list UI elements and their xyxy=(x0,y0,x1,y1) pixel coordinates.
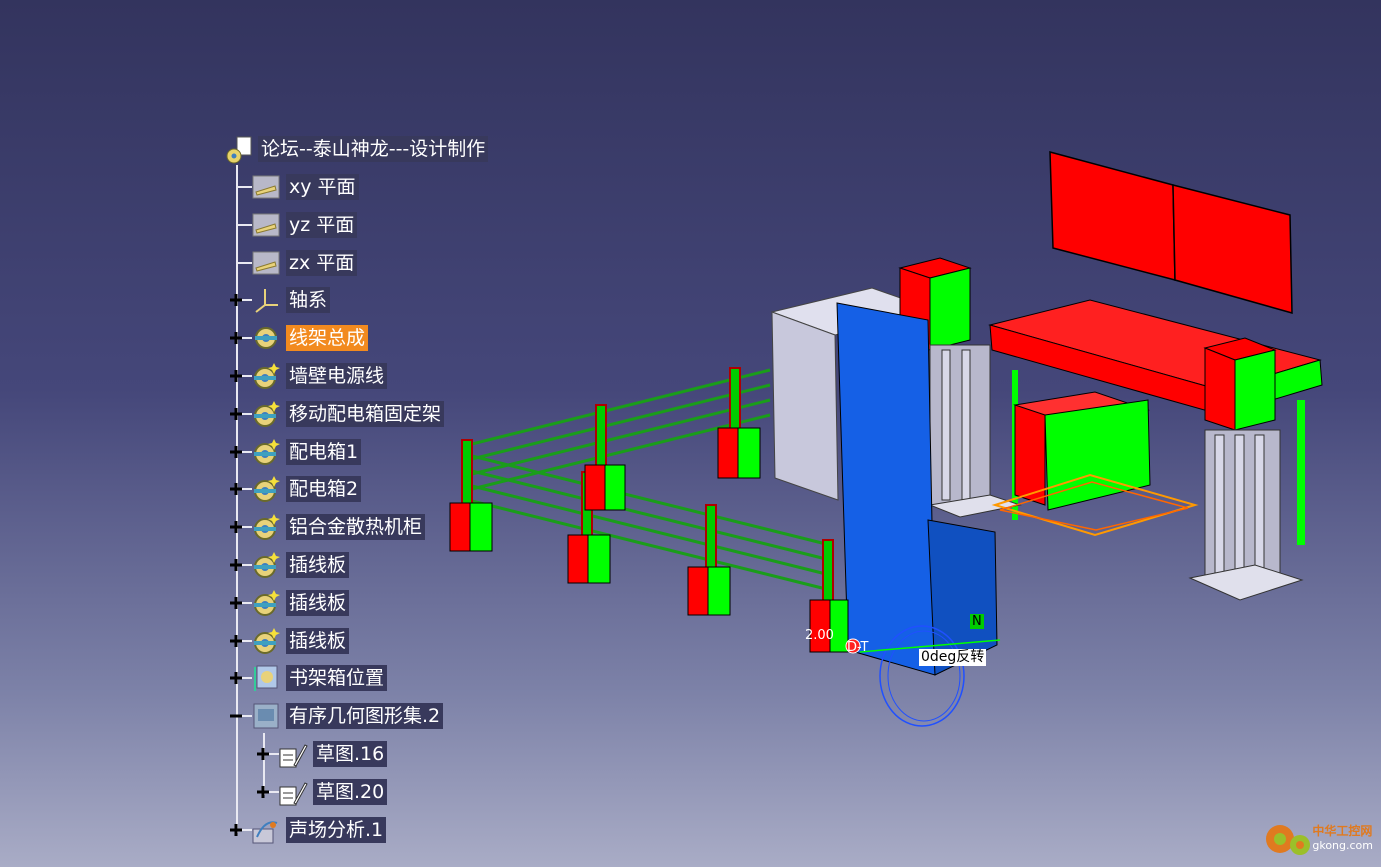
tree-node-label[interactable]: zx 平面 xyxy=(286,249,358,276)
collapse-minus-icon[interactable] xyxy=(229,709,243,723)
expand-plus-icon[interactable] xyxy=(229,482,243,496)
tree-node[interactable]: 草图.20 xyxy=(256,777,388,807)
assembly-gear-icon xyxy=(251,323,281,353)
tree-node-label[interactable]: 配电箱2 xyxy=(286,476,362,503)
axis-system-icon xyxy=(251,285,281,315)
analysis-icon xyxy=(251,815,281,845)
position-icon xyxy=(251,663,281,693)
tree-root-label: 论坛--泰山神龙---设计制作 xyxy=(258,136,489,162)
tree-node-label[interactable]: xy 平面 xyxy=(286,174,359,200)
tree-node-label[interactable]: 书架箱位置 xyxy=(286,665,388,692)
part-gear-icon xyxy=(251,512,281,542)
watermark: 中华工控网 gkong.com xyxy=(1258,815,1373,859)
part-gear-icon xyxy=(251,399,281,429)
dimension-value: 2.00 xyxy=(805,628,834,643)
expand-plus-icon[interactable] xyxy=(229,634,243,648)
sketch-icon xyxy=(278,739,308,769)
part-gear-icon xyxy=(251,361,281,391)
part-gear-icon xyxy=(251,474,281,504)
gear-logo-icon xyxy=(1266,825,1311,855)
plane-icon xyxy=(251,172,281,202)
tree-node[interactable]: 移动配电箱固定架 xyxy=(229,399,445,429)
expand-plus-icon[interactable] xyxy=(229,671,243,685)
3d-viewport[interactable]: 2.00 D-T 0deg反转 N xyxy=(0,0,1381,867)
angle-label[interactable]: 0deg反转 xyxy=(919,649,987,666)
watermark-url: gkong.com xyxy=(1312,839,1373,852)
tree-node-label[interactable]: 草图.16 xyxy=(313,741,388,767)
tree-node[interactable]: yz 平面 xyxy=(229,210,358,240)
3d-scene[interactable] xyxy=(0,0,1381,867)
watermark-text: 中华工控网 xyxy=(1312,824,1373,838)
tree-node-label[interactable]: 墙壁电源线 xyxy=(286,363,388,389)
tree-node[interactable]: 插线板 xyxy=(229,550,350,580)
expand-plus-icon[interactable] xyxy=(229,369,243,383)
expand-plus-icon[interactable] xyxy=(256,785,270,799)
tree-node[interactable]: 配电箱1 xyxy=(229,437,362,467)
part-gear-icon xyxy=(251,550,281,580)
plane-icon xyxy=(251,248,281,278)
red-wall-panels[interactable] xyxy=(1049,151,1293,314)
tree-node[interactable]: 配电箱2 xyxy=(229,474,362,504)
tree-node-label[interactable]: yz 平面 xyxy=(286,211,358,238)
tree-node-label[interactable]: 草图.20 xyxy=(313,778,388,805)
tree-node-label[interactable]: 配电箱1 xyxy=(286,438,362,465)
tree-node-label[interactable]: 移动配电箱固定架 xyxy=(286,400,445,427)
tree-node[interactable]: 插线板 xyxy=(229,626,350,656)
tree-node[interactable]: 书架箱位置 xyxy=(229,663,388,693)
tree-node[interactable]: 铝合金散热机柜 xyxy=(229,512,426,542)
expand-plus-icon[interactable] xyxy=(229,558,243,572)
tree-node-label[interactable]: 轴系 xyxy=(286,287,331,314)
expand-plus-icon[interactable] xyxy=(229,331,243,345)
part-gear-icon xyxy=(251,588,281,618)
expand-plus-icon[interactable] xyxy=(229,445,243,459)
tree-node[interactable]: 线架总成 xyxy=(229,323,369,353)
tree-node[interactable]: 插线板 xyxy=(229,588,350,618)
tree-node-label[interactable]: 插线板 xyxy=(286,552,350,578)
tree-node-label[interactable]: 铝合金散热机柜 xyxy=(286,514,426,541)
expand-plus-icon[interactable] xyxy=(229,293,243,307)
expand-plus-icon[interactable] xyxy=(229,823,243,837)
expand-plus-icon[interactable] xyxy=(229,520,243,534)
geometrical-set-icon xyxy=(251,701,281,731)
n-marker[interactable]: N xyxy=(970,614,984,629)
tree-node[interactable]: 墙壁电源线 xyxy=(229,361,388,391)
plane-icon xyxy=(251,210,281,240)
tree-node[interactable]: 轴系 xyxy=(229,285,331,315)
expand-plus-icon[interactable] xyxy=(229,596,243,610)
sketch-icon xyxy=(278,777,308,807)
expand-plus-icon[interactable] xyxy=(256,747,270,761)
tree-node[interactable]: 草图.16 xyxy=(256,739,388,769)
tree-node-label[interactable]: 插线板 xyxy=(286,589,350,616)
middle-box[interactable] xyxy=(991,391,1199,537)
dt-label: D-T xyxy=(847,640,869,655)
tree-node[interactable]: xy 平面 xyxy=(229,172,359,202)
tree-node[interactable]: 有序几何图形集.2 xyxy=(229,701,444,731)
tree-node-label[interactable]: 线架总成 xyxy=(286,325,369,352)
tree-node[interactable]: 声场分析.1 xyxy=(229,815,387,845)
tree-node[interactable]: zx 平面 xyxy=(229,248,358,278)
product-document-icon xyxy=(226,136,252,164)
tree-node-label[interactable]: 插线板 xyxy=(286,627,350,654)
tree-root[interactable]: 论坛--泰山神龙---设计制作 xyxy=(224,134,489,164)
tree-node-label[interactable]: 有序几何图形集.2 xyxy=(286,703,444,730)
part-gear-icon xyxy=(251,437,281,467)
tree-node-label[interactable]: 声场分析.1 xyxy=(286,816,387,843)
part-gear-icon xyxy=(251,626,281,656)
expand-plus-icon[interactable] xyxy=(229,407,243,421)
